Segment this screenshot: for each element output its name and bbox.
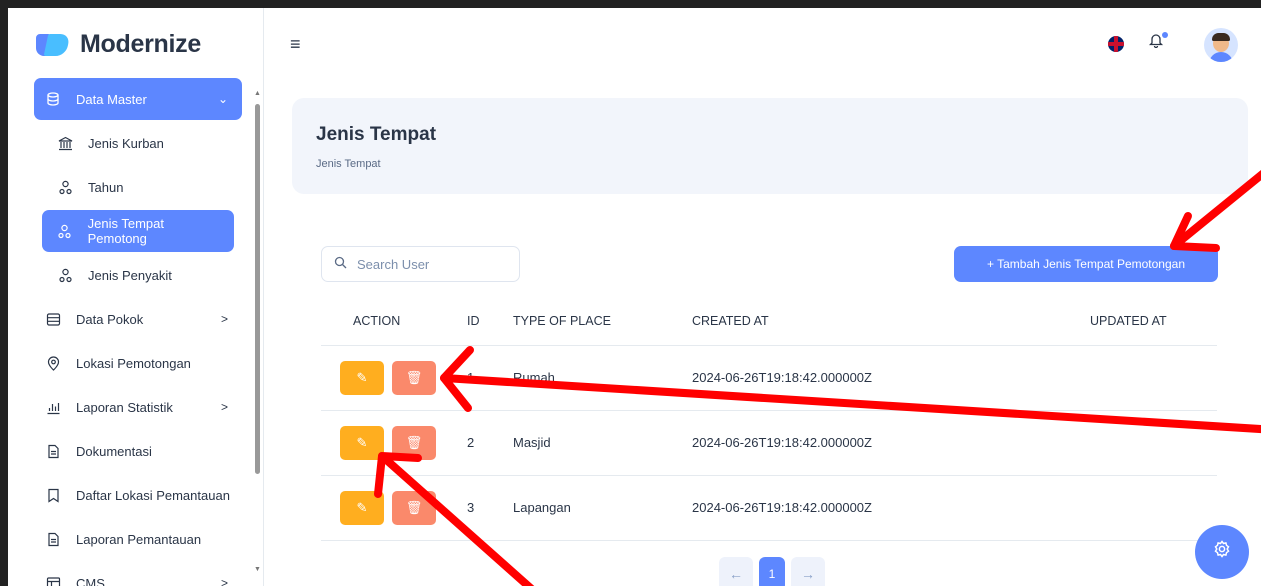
column-header-id: ID <box>467 314 480 328</box>
search-box[interactable] <box>321 246 520 282</box>
database-icon <box>44 90 62 108</box>
sidebar-item-label: Tahun <box>88 179 124 195</box>
pencil-icon: ✎ <box>356 500 368 515</box>
scroll-thumb[interactable] <box>255 104 260 474</box>
sidebar-item-label: Lokasi Pemotongan <box>76 355 191 371</box>
page-1-button[interactable]: 1 <box>759 557 785 586</box>
gear-icon <box>1213 540 1231 564</box>
document-icon <box>44 442 62 460</box>
hamburger-menu-icon[interactable]: ≡ <box>290 34 301 55</box>
sidebar-item-label: Laporan Pemantauan <box>76 531 202 547</box>
pagination: ← 1 → <box>719 557 825 586</box>
cell-type: Lapangan <box>513 500 571 515</box>
page-title: Jenis Tempat <box>316 124 437 145</box>
topbar: ≡ <box>264 8 1261 78</box>
sidebar-item-label: Dokumentasi <box>76 443 152 459</box>
sidebar-item-data-pokok[interactable]: Data Pokok > <box>34 298 242 340</box>
cell-type: Masjid <box>513 435 551 450</box>
avatar[interactable] <box>1204 28 1238 62</box>
sidebar-item-label: Data Pokok <box>76 311 144 327</box>
pencil-icon: ✎ <box>356 435 368 450</box>
delete-button[interactable]: 🗑 <box>392 491 436 525</box>
sidebar-item-label: Jenis Kurban <box>88 135 164 151</box>
chevron-right-icon: > <box>220 312 228 326</box>
sidebar-item-label: Jenis Penyakit <box>88 267 172 283</box>
document-icon <box>44 530 62 548</box>
scroll-up-icon[interactable]: ▲ <box>254 90 261 97</box>
chevron-right-icon: > <box>220 576 228 586</box>
sidebar-item-label: Data Master <box>76 91 147 107</box>
table-row: ✎ 🗑 2 Masjid 2024-06-26T19:18:42.000000Z <box>321 411 1217 476</box>
sidebar-item-laporan-statistik[interactable]: Laporan Statistik > <box>34 386 242 428</box>
cell-created: 2024-06-26T19:18:42.000000Z <box>692 370 872 385</box>
delete-button[interactable]: 🗑 <box>392 426 436 460</box>
settings-fab[interactable] <box>1195 525 1249 579</box>
sidebar-item-label: Daftar Lokasi Pemantauan <box>76 487 230 503</box>
app-window: Modernize Data Master ⌄ Jenis Kurban Tah… <box>0 0 1261 586</box>
sidebar-item-label: Laporan Statistik <box>76 399 173 415</box>
edit-button[interactable]: ✎ <box>340 361 384 395</box>
cell-id: 1 <box>467 370 475 385</box>
search-icon <box>334 256 347 272</box>
map-pin-icon <box>44 354 62 372</box>
chart-icon <box>44 398 62 416</box>
server-icon <box>44 310 62 328</box>
brand-name: Modernize <box>80 30 201 58</box>
bookmark-icon <box>44 486 62 504</box>
edit-button[interactable]: ✎ <box>340 491 384 525</box>
sidebar-item-dokumentasi[interactable]: Dokumentasi <box>34 430 242 472</box>
table-header: ACTION ID TYPE OF PLACE CREATED AT UPDAT… <box>321 300 1217 346</box>
sidebar-scrollbar[interactable]: ▲ ▼ <box>253 88 261 586</box>
chevron-right-icon: > <box>220 400 228 414</box>
cell-created: 2024-06-26T19:18:42.000000Z <box>692 500 872 515</box>
sidebar-item-laporan-pemantauan[interactable]: Laporan Pemantauan <box>34 518 242 560</box>
sidebar-item-data-master[interactable]: Data Master ⌄ <box>34 78 242 120</box>
sidebar-item-daftar-lokasi-pemantauan[interactable]: Daftar Lokasi Pemantauan <box>34 474 242 516</box>
cell-type: Rumah <box>513 370 555 385</box>
sidebar-item-cms[interactable]: CMS > <box>34 562 242 586</box>
column-header-created: CREATED AT <box>692 314 769 328</box>
sidebar-item-jenis-tempat-pemotong[interactable]: Jenis Tempat Pemotong <box>42 210 234 252</box>
users-icon <box>56 266 74 284</box>
pencil-icon: ✎ <box>356 370 368 385</box>
layout-icon <box>44 574 62 586</box>
sidebar-item-jenis-penyakit[interactable]: Jenis Penyakit <box>34 254 242 296</box>
scroll-down-icon[interactable]: ▼ <box>254 566 261 573</box>
prev-page-button[interactable]: ← <box>719 557 753 586</box>
chevron-down-icon: ⌄ <box>217 92 228 106</box>
trash-icon: 🗑 <box>405 370 423 385</box>
breadcrumb: Jenis Tempat <box>316 158 381 170</box>
next-page-button[interactable]: → <box>791 557 825 586</box>
brand-logo-icon <box>36 32 71 58</box>
table-row: ✎ 🗑 3 Lapangan 2024-06-26T19:18:42.00000… <box>321 476 1217 541</box>
delete-button[interactable]: 🗑 <box>392 361 436 395</box>
sidebar-item-lokasi-pemotongan[interactable]: Lokasi Pemotongan <box>34 342 242 384</box>
sidebar: Modernize Data Master ⌄ Jenis Kurban Tah… <box>8 8 264 586</box>
trash-icon: 🗑 <box>405 435 423 450</box>
sidebar-item-label: Jenis Tempat Pemotong <box>87 216 164 246</box>
edit-button[interactable]: ✎ <box>340 426 384 460</box>
column-header-type: TYPE OF PLACE <box>513 314 611 328</box>
page-title-card: Jenis Tempat Jenis Tempat <box>292 98 1248 194</box>
notification-dot <box>1162 32 1168 38</box>
add-place-type-button[interactable]: + Tambah Jenis Tempat Pemotongan <box>954 246 1218 282</box>
sidebar-item-label: CMS <box>76 575 105 586</box>
trash-icon: 🗑 <box>405 500 423 515</box>
sidebar-item-tahun[interactable]: Tahun <box>34 166 242 208</box>
sidebar-nav: Data Master ⌄ Jenis Kurban Tahun Jenis T… <box>34 78 242 586</box>
table-row: ✎ 🗑 1 Rumah 2024-06-26T19:18:42.000000Z <box>321 346 1217 411</box>
column-header-action: ACTION <box>353 314 401 328</box>
search-input[interactable] <box>357 256 497 272</box>
users-icon <box>56 178 74 196</box>
bank-icon <box>56 134 74 152</box>
brand[interactable]: Modernize <box>36 30 201 59</box>
sidebar-item-jenis-kurban[interactable]: Jenis Kurban <box>34 122 242 164</box>
cell-created: 2024-06-26T19:18:42.000000Z <box>692 435 872 450</box>
users-icon <box>56 222 74 240</box>
uk-flag-icon[interactable] <box>1108 36 1124 52</box>
place-type-table: ACTION ID TYPE OF PLACE CREATED AT UPDAT… <box>321 300 1217 541</box>
cell-id: 3 <box>467 500 475 515</box>
cell-id: 2 <box>467 435 475 450</box>
column-header-updated: UPDATED AT <box>1090 314 1167 328</box>
